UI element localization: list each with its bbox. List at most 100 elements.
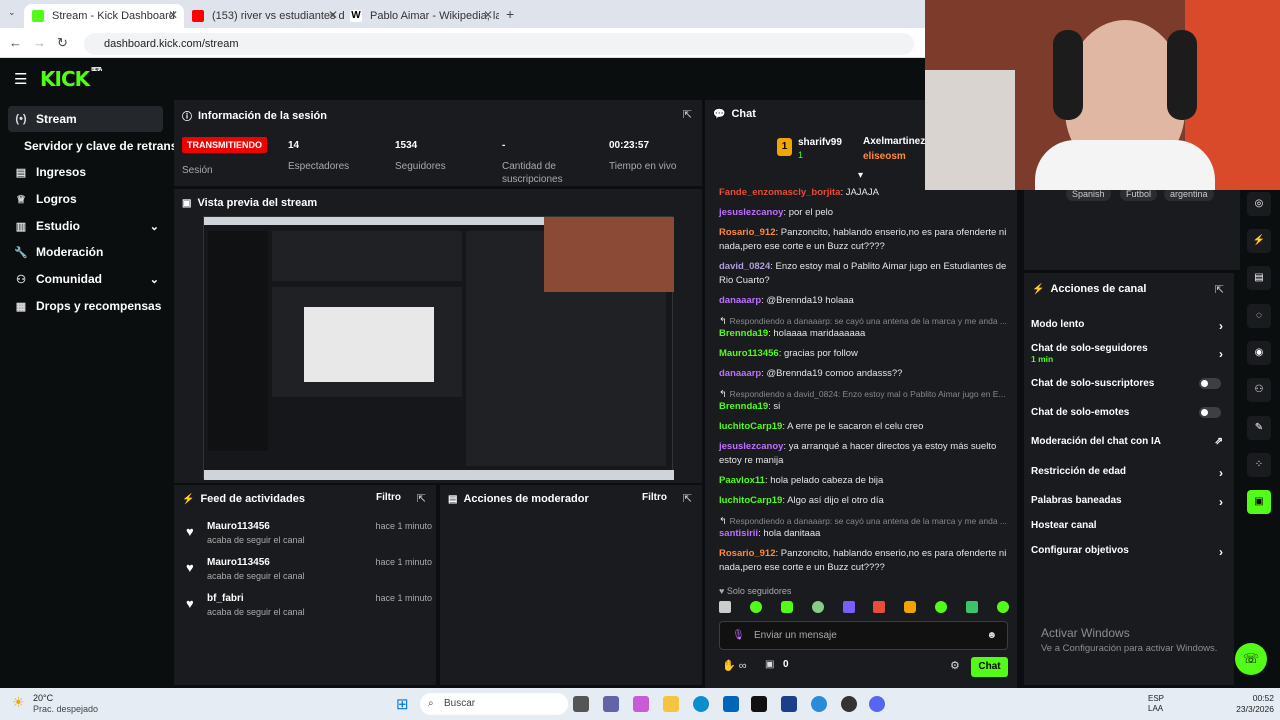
back-icon[interactable]: ← — [9, 35, 22, 50]
top-gifter-name[interactable]: sharifv99 — [798, 137, 842, 148]
popout-icon[interactable]: ⇱ — [683, 492, 692, 505]
popout-icon[interactable]: ⇱ — [683, 108, 692, 121]
broadcast-icon[interactable]: ◉ — [1247, 341, 1271, 365]
copilot-icon[interactable] — [633, 696, 649, 712]
support-icon[interactable]: ☏ — [1235, 643, 1267, 675]
chat-username[interactable]: Fande_enzomascly_borjita — [719, 187, 840, 198]
emote-icon[interactable] — [966, 601, 978, 613]
gift-icon[interactable]: ▣ — [765, 659, 774, 670]
chat-username[interactable]: Rosario_912 — [719, 227, 776, 238]
chat-username[interactable]: danaaarp — [719, 368, 761, 379]
popout-icon[interactable]: ⇱ — [1215, 283, 1224, 296]
url-field[interactable]: dashboard.kick.com/stream — [84, 33, 914, 55]
tab-stream-dashboard[interactable]: Stream - Kick Dashboard ✕ — [24, 4, 184, 28]
send-chat-button[interactable]: Chat — [971, 657, 1008, 677]
top-gifter-2-name[interactable]: Axelmartinezr — [863, 136, 929, 147]
tab-search-icon[interactable]: ⌄ — [8, 7, 16, 18]
taskview-icon[interactable] — [573, 696, 589, 712]
action-goals[interactable]: Configurar objetivos › — [1031, 545, 1227, 559]
chat-username[interactable]: luchitoCarp19 — [719, 421, 782, 432]
emote-icon[interactable] — [873, 601, 886, 613]
emote-icon[interactable] — [719, 601, 731, 613]
reload-icon[interactable]: ↻ — [57, 35, 68, 51]
edge-icon[interactable] — [693, 696, 709, 712]
chat-username[interactable]: Rosario_912 — [719, 548, 776, 559]
chat-username[interactable]: Brennda19 — [719, 328, 768, 339]
chat-username[interactable]: luchitoCarp19 — [719, 495, 782, 506]
teams-icon[interactable] — [603, 696, 619, 712]
wrench-icon[interactable]: ✎ — [1247, 416, 1271, 440]
extension-icon[interactable]: ▣ — [1247, 490, 1271, 514]
action-followers-only[interactable]: Chat de solo-seguidores 1 min › — [1031, 343, 1227, 365]
popout-icon[interactable]: ⇱ — [417, 492, 426, 505]
emote-icon[interactable] — [996, 601, 1009, 613]
sidebar-item-logros[interactable]: ♕ Logros — [8, 186, 163, 212]
sidebar-item-moderacion[interactable]: 🔧 Moderación — [8, 239, 163, 265]
sidebar-item-drops[interactable]: ▦ Drops y recompensas — [8, 293, 163, 319]
close-tab-icon[interactable]: ✕ — [328, 8, 338, 22]
emote-icon[interactable] — [780, 601, 793, 613]
sidebar-item-ingresos[interactable]: ▤ Ingresos — [8, 159, 163, 185]
people-icon[interactable]: ⚇ — [1247, 378, 1271, 402]
mic-icon[interactable]: 🎙 — [732, 622, 745, 649]
language-indicator[interactable]: ESP LAA — [1148, 694, 1164, 714]
tab-wikipedia[interactable]: W Pablo Aimar - Wikipedia, la enc ✕ — [342, 4, 499, 28]
collapse-pinned-icon[interactable]: ▾ — [858, 170, 863, 181]
close-tab-icon[interactable]: ✕ — [168, 8, 178, 22]
emotes-only-toggle[interactable] — [1199, 407, 1221, 418]
chat-username[interactable]: danaaarp — [719, 295, 761, 306]
emote-icon[interactable] — [904, 601, 917, 613]
feed-filter-button[interactable]: Filtro — [376, 492, 401, 503]
weather-icon[interactable]: ☀ — [12, 694, 25, 711]
menu-icon[interactable]: ☰ — [14, 70, 27, 88]
action-host-channel[interactable]: Hostear canal — [1031, 520, 1227, 531]
gear-icon[interactable]: ⚙ — [950, 659, 960, 672]
chat-username[interactable]: santisirii — [719, 528, 758, 539]
sidebar-item-estudio[interactable]: ▥ Estudio ⌄ — [8, 213, 163, 239]
store-icon[interactable] — [723, 696, 739, 712]
tiktok-icon[interactable] — [751, 696, 767, 712]
emote-icon[interactable] — [842, 601, 855, 613]
chat-input[interactable]: 🎙 Enviar un mensaje ☻ — [719, 621, 1008, 650]
mod-filter-button[interactable]: Filtro — [642, 492, 667, 503]
action-banned-words[interactable]: Palabras baneadas › — [1031, 495, 1227, 509]
chat-username[interactable]: Paavlox11 — [719, 475, 765, 486]
emote-icon[interactable] — [811, 601, 824, 613]
explorer-icon[interactable] — [663, 696, 679, 712]
stream-preview-video[interactable] — [203, 216, 674, 480]
sidebar-item-comunidad[interactable]: ⚇ Comunidad ⌄ — [8, 266, 163, 292]
chat-username[interactable]: Brennda19 — [719, 401, 768, 412]
emoji-icon[interactable]: ☻ — [986, 622, 997, 649]
camera-icon[interactable]: ◎ — [1247, 192, 1271, 216]
obs-icon[interactable] — [841, 696, 857, 712]
new-tab-icon[interactable]: + — [506, 6, 514, 22]
action-slow-mode[interactable]: Modo lento › — [1031, 319, 1227, 333]
chrome-icon[interactable] — [811, 696, 827, 712]
dots-icon[interactable]: ⁘ — [1247, 453, 1271, 477]
chat-username[interactable]: Mauro113456 — [719, 348, 779, 359]
taskbar-search[interactable]: ⌕ Buscar — [420, 693, 568, 715]
sidebar-item-stream[interactable]: (•) Stream — [8, 106, 163, 132]
close-tab-icon[interactable]: ✕ — [483, 8, 493, 22]
clock[interactable]: 00:52 23/3/2026 — [1226, 693, 1274, 715]
chat-icon[interactable]: ◌ — [1247, 304, 1271, 328]
infinity-icon[interactable]: ✋ ∞ — [722, 659, 747, 672]
sidebar-item-servidor[interactable]: Servidor y clave de retransm — [20, 133, 188, 159]
emote-icon[interactable] — [749, 601, 762, 613]
doc-icon[interactable]: ▤ — [1247, 266, 1271, 290]
top-gifter-3-name[interactable]: eliseosm — [863, 151, 906, 162]
tab-youtube[interactable]: (153) river vs estudiantes de rio ✕ — [184, 4, 344, 28]
chat-username[interactable]: jesuslezcanoy — [719, 207, 783, 218]
discord-icon[interactable] — [869, 696, 885, 712]
action-age-restriction[interactable]: Restricción de edad › — [1031, 466, 1227, 480]
chat-username[interactable]: david_0824 — [719, 261, 770, 272]
forward-icon[interactable]: → — [33, 35, 46, 50]
kick-logo[interactable]: KICK BETA — [40, 67, 102, 91]
subs-only-toggle[interactable] — [1199, 378, 1221, 389]
emote-icon[interactable] — [935, 601, 948, 613]
chat-username[interactable]: jesuslezcanoy — [719, 441, 783, 452]
action-ai-moderation[interactable]: Moderación del chat con IA ⇗ — [1031, 436, 1227, 447]
bolt-icon[interactable]: ⚡ — [1247, 229, 1271, 253]
photoshop-icon[interactable] — [781, 696, 797, 712]
windows-start-icon[interactable]: ⊞ — [396, 695, 409, 713]
